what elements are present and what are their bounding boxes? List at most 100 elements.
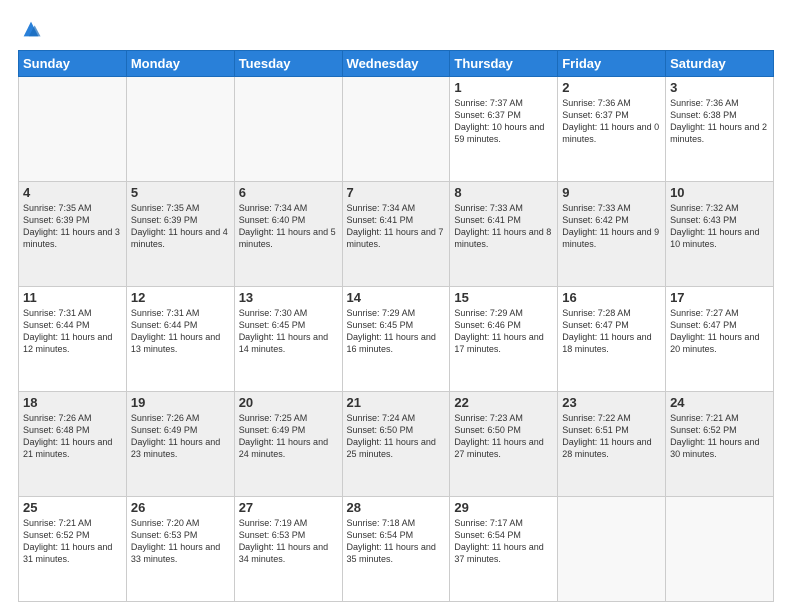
day-info: Sunrise: 7:18 AM Sunset: 6:54 PM Dayligh… xyxy=(347,517,446,566)
calendar-cell: 7 Sunrise: 7:34 AM Sunset: 6:41 PM Daylig… xyxy=(342,182,450,287)
logo xyxy=(18,18,42,40)
day-number: 15 xyxy=(454,290,553,305)
calendar-cell: 3Sunrise: 7:36 AM Sunset: 6:38 PM Daylig… xyxy=(666,77,774,182)
calendar-cell xyxy=(342,77,450,182)
page: SundayMondayTuesdayWednesdayThursdayFrid… xyxy=(0,0,792,612)
week-row: 18 Sunrise: 7:26 AM Sunset: 6:48 PM Dayli… xyxy=(19,392,774,497)
day-info: Sunrise: 7:22 AM Sunset: 6:51 PM Dayligh… xyxy=(562,412,661,461)
day-number: 26 xyxy=(131,500,230,515)
calendar-cell: 15 Sunrise: 7:29 AM Sunset: 6:46 PM Dayli… xyxy=(450,287,558,392)
calendar-cell: 27 Sunrise: 7:19 AM Sunset: 6:53 PM Dayli… xyxy=(234,497,342,602)
day-number: 24 xyxy=(670,395,769,410)
day-info: Sunrise: 7:36 AM Sunset: 6:38 PM Dayligh… xyxy=(670,97,769,146)
day-info: Sunrise: 7:35 AM Sunset: 6:39 PM Dayligh… xyxy=(23,202,122,251)
calendar-cell: 22Sunrise: 7:23 AM Sunset: 6:50 PM Dayli… xyxy=(450,392,558,497)
calendar-cell xyxy=(19,77,127,182)
col-header-monday: Monday xyxy=(126,51,234,77)
calendar-cell: 10 Sunrise: 7:32 AM Sunset: 6:43 PM Dayli… xyxy=(666,182,774,287)
day-info: Sunrise: 7:25 AM Sunset: 6:49 PM Dayligh… xyxy=(239,412,338,461)
day-info: Sunrise: 7:27 AM Sunset: 6:47 PM Dayligh… xyxy=(670,307,769,356)
col-header-friday: Friday xyxy=(558,51,666,77)
day-number: 7 xyxy=(347,185,446,200)
calendar-cell: 9 Sunrise: 7:33 AM Sunset: 6:42 PM Daylig… xyxy=(558,182,666,287)
calendar-cell xyxy=(126,77,234,182)
day-info: Sunrise: 7:29 AM Sunset: 6:45 PM Dayligh… xyxy=(347,307,446,356)
calendar-cell: 24 Sunrise: 7:21 AM Sunset: 6:52 PM Dayli… xyxy=(666,392,774,497)
day-number: 17 xyxy=(670,290,769,305)
day-info: Sunrise: 7:29 AM Sunset: 6:46 PM Dayligh… xyxy=(454,307,553,356)
day-number: 16 xyxy=(562,290,661,305)
day-number: 19 xyxy=(131,395,230,410)
day-info: Sunrise: 7:20 AM Sunset: 6:53 PM Dayligh… xyxy=(131,517,230,566)
day-info: Sunrise: 7:36 AM Sunset: 6:37 PM Dayligh… xyxy=(562,97,661,146)
day-number: 12 xyxy=(131,290,230,305)
calendar-cell: 20 Sunrise: 7:25 AM Sunset: 6:49 PM Dayli… xyxy=(234,392,342,497)
day-number: 5 xyxy=(131,185,230,200)
day-number: 27 xyxy=(239,500,338,515)
header-row: SundayMondayTuesdayWednesdayThursdayFrid… xyxy=(19,51,774,77)
calendar-cell xyxy=(666,497,774,602)
calendar-cell: 2 Sunrise: 7:36 AM Sunset: 6:37 PM Daylig… xyxy=(558,77,666,182)
calendar-cell: 28Sunrise: 7:18 AM Sunset: 6:54 PM Dayli… xyxy=(342,497,450,602)
calendar-cell: 23 Sunrise: 7:22 AM Sunset: 6:51 PM Dayli… xyxy=(558,392,666,497)
day-info: Sunrise: 7:34 AM Sunset: 6:40 PM Dayligh… xyxy=(239,202,338,251)
day-number: 11 xyxy=(23,290,122,305)
day-number: 14 xyxy=(347,290,446,305)
week-row: 1Sunrise: 7:37 AM Sunset: 6:37 PM Daylig… xyxy=(19,77,774,182)
day-info: Sunrise: 7:30 AM Sunset: 6:45 PM Dayligh… xyxy=(239,307,338,356)
day-info: Sunrise: 7:32 AM Sunset: 6:43 PM Dayligh… xyxy=(670,202,769,251)
day-number: 25 xyxy=(23,500,122,515)
day-info: Sunrise: 7:26 AM Sunset: 6:49 PM Dayligh… xyxy=(131,412,230,461)
calendar-cell: 26 Sunrise: 7:20 AM Sunset: 6:53 PM Dayli… xyxy=(126,497,234,602)
calendar-cell: 6Sunrise: 7:34 AM Sunset: 6:40 PM Daylig… xyxy=(234,182,342,287)
day-info: Sunrise: 7:17 AM Sunset: 6:54 PM Dayligh… xyxy=(454,517,553,566)
day-number: 20 xyxy=(239,395,338,410)
day-info: Sunrise: 7:34 AM Sunset: 6:41 PM Dayligh… xyxy=(347,202,446,251)
calendar-cell: 8 Sunrise: 7:33 AM Sunset: 6:41 PM Daylig… xyxy=(450,182,558,287)
calendar-table: SundayMondayTuesdayWednesdayThursdayFrid… xyxy=(18,50,774,602)
day-number: 9 xyxy=(562,185,661,200)
week-row: 11 Sunrise: 7:31 AM Sunset: 6:44 PM Dayli… xyxy=(19,287,774,392)
calendar-cell xyxy=(558,497,666,602)
calendar-cell: 25 Sunrise: 7:21 AM Sunset: 6:52 PM Dayli… xyxy=(19,497,127,602)
calendar-cell: 29 Sunrise: 7:17 AM Sunset: 6:54 PM Dayli… xyxy=(450,497,558,602)
calendar-cell xyxy=(234,77,342,182)
calendar-cell: 19 Sunrise: 7:26 AM Sunset: 6:49 PM Dayli… xyxy=(126,392,234,497)
day-number: 23 xyxy=(562,395,661,410)
header xyxy=(18,18,774,40)
day-number: 29 xyxy=(454,500,553,515)
day-number: 4 xyxy=(23,185,122,200)
col-header-tuesday: Tuesday xyxy=(234,51,342,77)
calendar-cell: 11 Sunrise: 7:31 AM Sunset: 6:44 PM Dayli… xyxy=(19,287,127,392)
day-number: 13 xyxy=(239,290,338,305)
day-info: Sunrise: 7:21 AM Sunset: 6:52 PM Dayligh… xyxy=(670,412,769,461)
day-info: Sunrise: 7:31 AM Sunset: 6:44 PM Dayligh… xyxy=(23,307,122,356)
week-row: 25 Sunrise: 7:21 AM Sunset: 6:52 PM Dayli… xyxy=(19,497,774,602)
calendar-cell: 17 Sunrise: 7:27 AM Sunset: 6:47 PM Dayli… xyxy=(666,287,774,392)
logo-icon xyxy=(20,18,42,40)
calendar-cell: 1Sunrise: 7:37 AM Sunset: 6:37 PM Daylig… xyxy=(450,77,558,182)
day-info: Sunrise: 7:24 AM Sunset: 6:50 PM Dayligh… xyxy=(347,412,446,461)
day-info: Sunrise: 7:28 AM Sunset: 6:47 PM Dayligh… xyxy=(562,307,661,356)
day-number: 2 xyxy=(562,80,661,95)
day-number: 18 xyxy=(23,395,122,410)
calendar-cell: 5 Sunrise: 7:35 AM Sunset: 6:39 PM Daylig… xyxy=(126,182,234,287)
calendar-cell: 4 Sunrise: 7:35 AM Sunset: 6:39 PM Daylig… xyxy=(19,182,127,287)
day-info: Sunrise: 7:19 AM Sunset: 6:53 PM Dayligh… xyxy=(239,517,338,566)
day-info: Sunrise: 7:33 AM Sunset: 6:41 PM Dayligh… xyxy=(454,202,553,251)
calendar-cell: 12 Sunrise: 7:31 AM Sunset: 6:44 PM Dayli… xyxy=(126,287,234,392)
day-info: Sunrise: 7:35 AM Sunset: 6:39 PM Dayligh… xyxy=(131,202,230,251)
day-number: 10 xyxy=(670,185,769,200)
day-info: Sunrise: 7:21 AM Sunset: 6:52 PM Dayligh… xyxy=(23,517,122,566)
calendar-cell: 21Sunrise: 7:24 AM Sunset: 6:50 PM Dayli… xyxy=(342,392,450,497)
day-number: 8 xyxy=(454,185,553,200)
col-header-wednesday: Wednesday xyxy=(342,51,450,77)
day-info: Sunrise: 7:31 AM Sunset: 6:44 PM Dayligh… xyxy=(131,307,230,356)
col-header-saturday: Saturday xyxy=(666,51,774,77)
week-row: 4 Sunrise: 7:35 AM Sunset: 6:39 PM Daylig… xyxy=(19,182,774,287)
day-info: Sunrise: 7:26 AM Sunset: 6:48 PM Dayligh… xyxy=(23,412,122,461)
calendar-cell: 13 Sunrise: 7:30 AM Sunset: 6:45 PM Dayli… xyxy=(234,287,342,392)
calendar-cell: 14 Sunrise: 7:29 AM Sunset: 6:45 PM Dayli… xyxy=(342,287,450,392)
col-header-sunday: Sunday xyxy=(19,51,127,77)
day-info: Sunrise: 7:33 AM Sunset: 6:42 PM Dayligh… xyxy=(562,202,661,251)
